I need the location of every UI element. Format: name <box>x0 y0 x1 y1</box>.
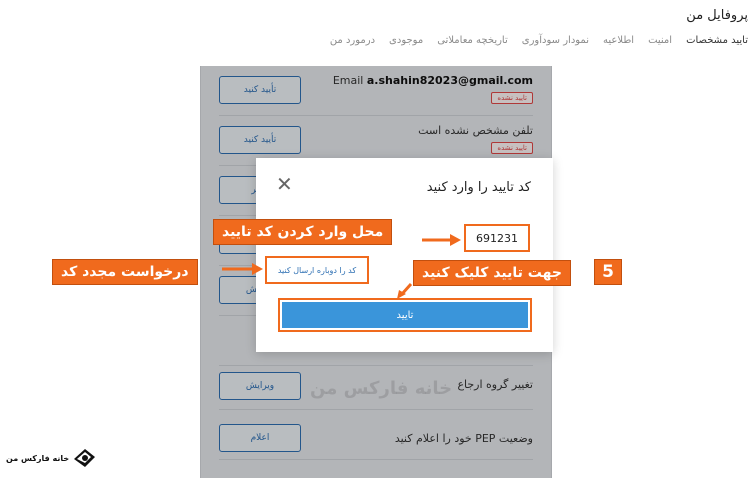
confirm-callout: جهت تایید کلیک کنید <box>413 260 571 286</box>
profile-tabs: درمورد من موجودی تاریخچه معاملاتی نمودار… <box>330 35 748 46</box>
tab-notifications[interactable]: اطلاعیه <box>603 35 634 46</box>
logo-text: خانه فارکس من <box>6 453 70 463</box>
resend-code-link[interactable]: کد را دوباره ارسال کنید <box>265 256 369 284</box>
resend-callout: درخواست مجدد کد <box>52 259 198 285</box>
tab-trade-history[interactable]: تاریخچه معاملاتی <box>437 35 508 46</box>
tab-about-me[interactable]: درمورد من <box>330 35 375 46</box>
close-icon[interactable]: ✕ <box>276 174 293 194</box>
verification-code-modal: کد تایید را وارد کنید ✕ کد را دوباره ارس… <box>256 158 553 352</box>
arrow-to-confirm-icon <box>397 282 413 299</box>
code-field-callout: محل وارد کردن کد تایید <box>213 219 393 245</box>
site-logo: خانه فارکس من <box>6 447 97 469</box>
code-input[interactable] <box>464 224 530 252</box>
tab-balance[interactable]: موجودی <box>389 35 423 46</box>
arrow-to-code-icon <box>422 234 461 246</box>
page-title: پروفایل من <box>686 8 748 23</box>
arrow-to-resend-icon <box>222 263 263 275</box>
confirm-highlight: تایید <box>278 298 532 332</box>
confirm-button[interactable]: تایید <box>282 302 528 328</box>
tab-verification[interactable]: تایید مشخصات <box>686 35 748 46</box>
modal-title: کد تایید را وارد کنید <box>426 180 531 195</box>
tab-security[interactable]: امنیت <box>648 35 672 46</box>
step-number-badge: 5 <box>594 259 622 285</box>
profile-page: پروفایل من درمورد من موجودی تاریخچه معام… <box>0 0 756 478</box>
tab-profit-chart[interactable]: نمودار سودآوری <box>522 35 589 46</box>
logo-icon <box>74 449 96 467</box>
